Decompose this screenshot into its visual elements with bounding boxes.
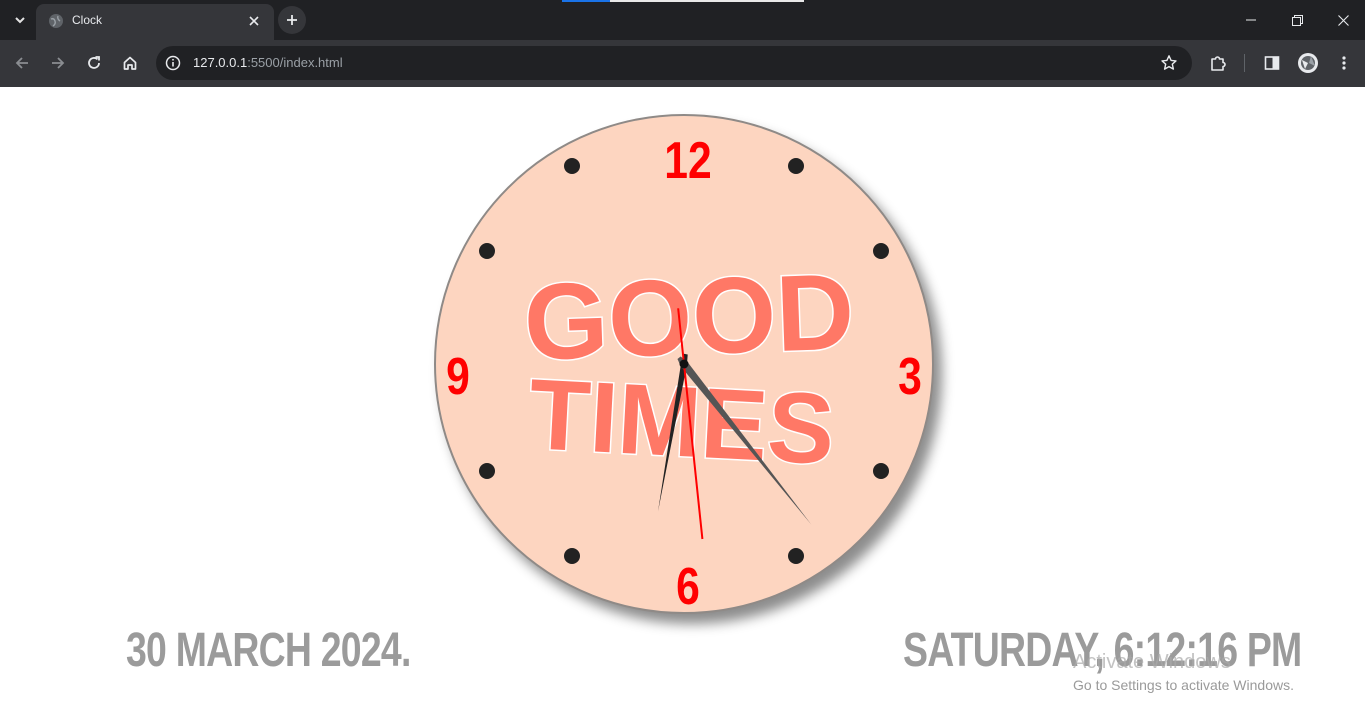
hour-dot <box>873 243 889 259</box>
avatar <box>1298 53 1318 73</box>
info-icon <box>165 55 181 71</box>
plus-icon <box>287 15 297 25</box>
clock-number-6: 6 <box>676 558 700 612</box>
page-content: 12 3 6 9 GOOD TIMES 30 MARCH 2024. SATUR… <box>0 87 1365 723</box>
hour-dot <box>479 243 495 259</box>
loading-indicator <box>562 0 804 2</box>
extensions-button[interactable] <box>1204 49 1232 77</box>
reload-button[interactable] <box>80 49 108 77</box>
menu-button[interactable] <box>1330 49 1358 77</box>
close-icon <box>1337 14 1349 26</box>
close-icon <box>249 16 259 26</box>
arrow-right-icon <box>52 57 65 69</box>
date-display: 30 MARCH 2024. <box>126 624 411 677</box>
hour-dot <box>564 158 580 174</box>
clock-number-12: 12 <box>664 132 711 190</box>
tab-clock[interactable]: Clock <box>36 4 274 40</box>
clock-face: 12 3 6 9 GOOD TIMES <box>446 132 922 612</box>
tab-title: Clock <box>72 13 103 27</box>
center-pin <box>679 359 689 369</box>
activate-windows-subtitle: Go to Settings to activate Windows. <box>1073 677 1294 693</box>
back-button[interactable] <box>8 49 36 77</box>
minimize-button[interactable] <box>1228 0 1274 40</box>
more-vertical-icon <box>1342 56 1346 70</box>
minimize-icon <box>1246 19 1256 21</box>
side-panel-icon <box>1264 56 1280 70</box>
clock-number-3: 3 <box>898 348 922 406</box>
url-host: 127.0.0.1 <box>193 55 248 70</box>
profile-button[interactable] <box>1294 49 1322 77</box>
restore-button[interactable] <box>1274 0 1320 40</box>
hour-dot <box>788 158 804 174</box>
tab-bar: Clock <box>0 0 1365 40</box>
clock-number-9: 9 <box>446 348 470 406</box>
tab-search-button[interactable] <box>6 8 34 32</box>
tab-close-button[interactable] <box>244 11 264 31</box>
hour-dot <box>873 463 889 479</box>
side-panel-button[interactable] <box>1258 49 1286 77</box>
puzzle-icon <box>1211 56 1226 71</box>
hour-dot <box>479 463 495 479</box>
site-info-button[interactable] <box>162 52 184 74</box>
home-icon <box>123 56 137 70</box>
url-path: :5500/index.html <box>247 55 343 70</box>
close-window-button[interactable] <box>1320 0 1365 40</box>
chevron-down-icon <box>15 17 25 24</box>
restore-icon <box>1291 14 1303 26</box>
hour-dot <box>788 548 804 564</box>
toolbar-divider <box>1244 54 1245 72</box>
address-bar[interactable]: 127.0.0.1:5500/index.html <box>156 46 1192 80</box>
analog-clock: 12 3 6 9 GOOD TIMES <box>434 114 934 614</box>
hour-dot <box>564 548 580 564</box>
reload-icon <box>88 56 100 69</box>
home-button[interactable] <box>116 49 144 77</box>
arrow-left-icon <box>15 57 28 69</box>
browser-toolbar: 127.0.0.1:5500/index.html <box>0 40 1365 87</box>
url-text: 127.0.0.1:5500/index.html <box>193 55 343 70</box>
forward-button[interactable] <box>44 49 72 77</box>
new-tab-button[interactable] <box>278 6 306 34</box>
bookmark-star-icon[interactable] <box>1160 54 1178 72</box>
activate-windows-title: Activate Windows <box>1073 651 1231 673</box>
globe-icon <box>49 14 63 28</box>
